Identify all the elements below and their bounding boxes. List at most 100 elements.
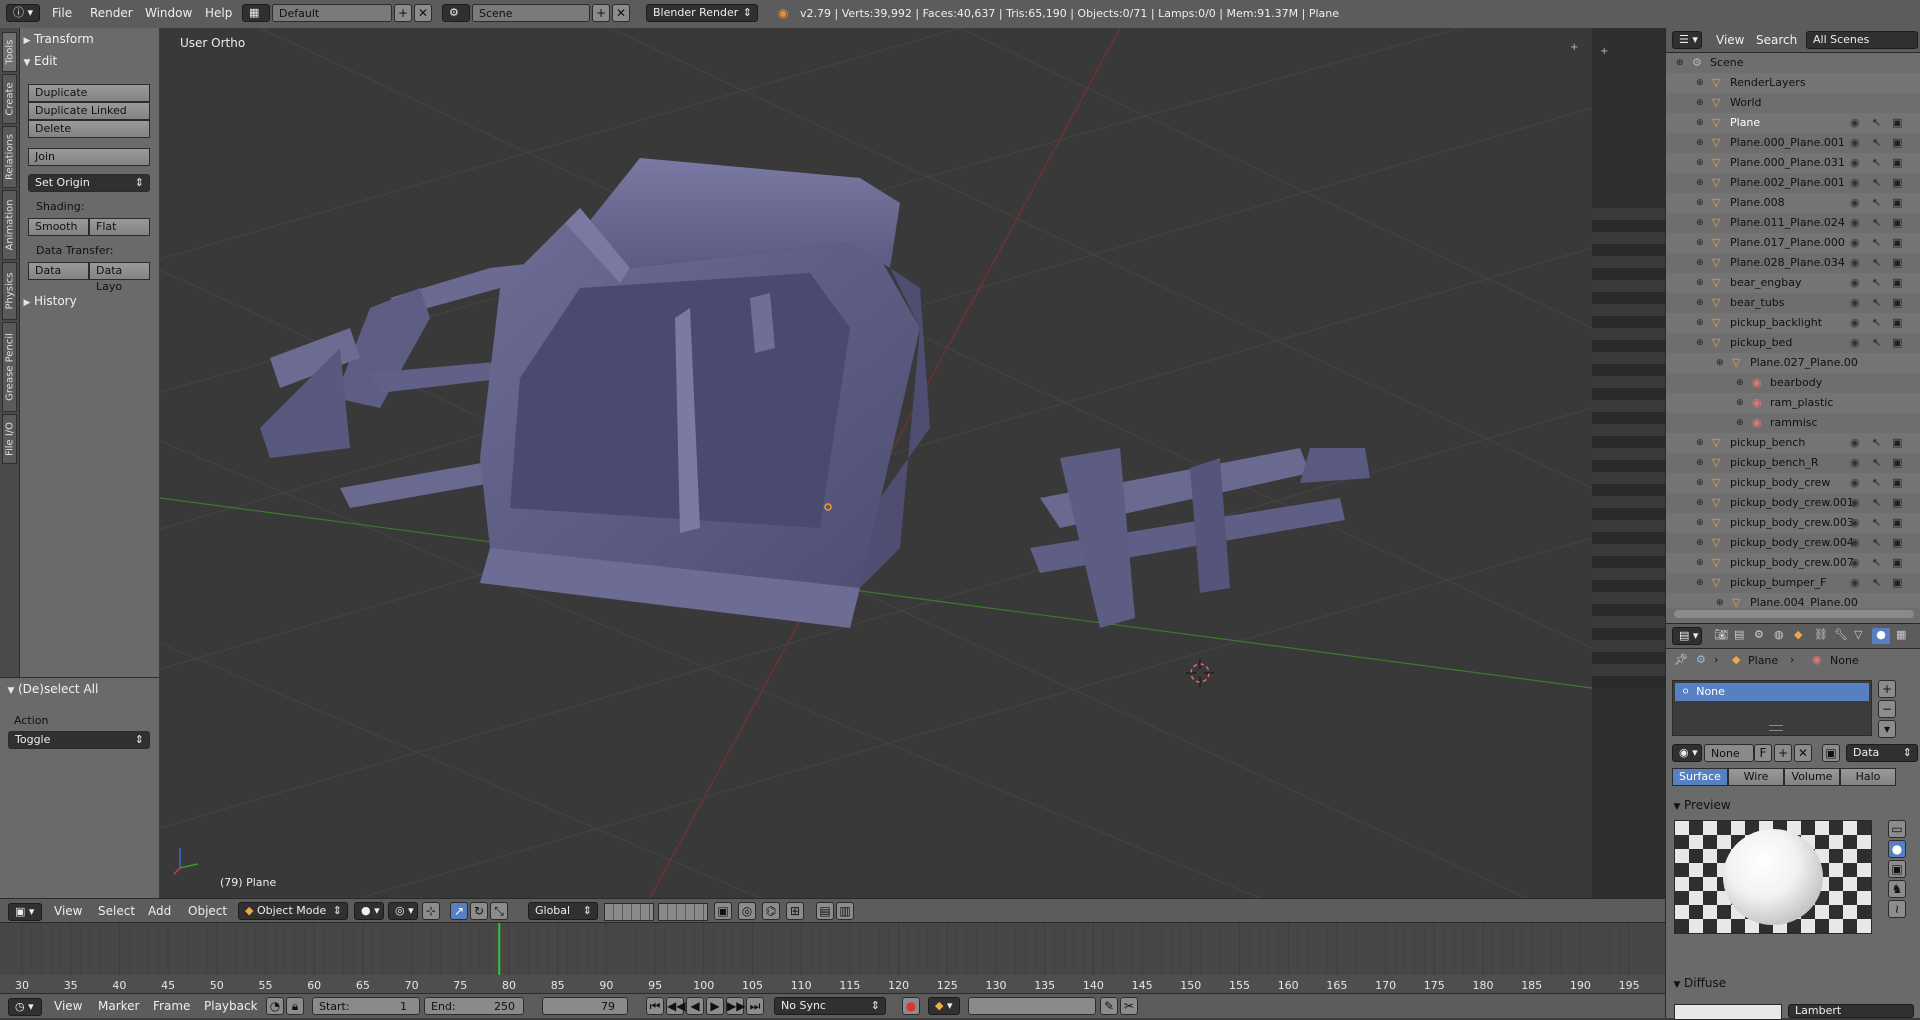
outliner-item-label[interactable]: Scene — [1710, 53, 1744, 73]
render-tab-icon[interactable]: 📷︎ — [1714, 628, 1728, 641]
preview-flat-icon[interactable]: ▭ — [1888, 820, 1906, 838]
proportional-edit-icon[interactable]: ◎ — [738, 902, 756, 920]
scene-icon[interactable]: ⚙ — [442, 4, 470, 22]
tab-surface[interactable]: Surface — [1672, 768, 1728, 786]
selectable-arrow-icon[interactable]: ↖ — [1872, 493, 1881, 513]
manipulator-toggle-icon[interactable]: ⊹ — [422, 902, 440, 920]
expand-toggle-icon[interactable]: ⊕ — [1736, 393, 1744, 413]
unlink-material-button[interactable]: ✕ — [1794, 744, 1812, 762]
selectable-arrow-icon[interactable]: ↖ — [1872, 313, 1881, 333]
data-layout-button[interactable]: Data Layo — [89, 262, 150, 293]
action-dropdown[interactable]: Toggle ⇕ — [8, 731, 150, 749]
preview-cube-icon[interactable]: ▣ — [1888, 860, 1906, 878]
panel-edit-header[interactable]: ▼ Edit — [20, 50, 159, 72]
render-camera-icon[interactable]: ▣ — [1892, 493, 1902, 513]
outliner[interactable]: ☰ ▾ View Search All Scenes ⊕ ⚙ Scene ⊕ ▽ Rend… — [1665, 28, 1920, 623]
screen-layout-field[interactable]: Default — [272, 4, 392, 22]
panel-transform-header[interactable]: ▶ Transform — [20, 28, 159, 50]
render-camera-icon[interactable]: ▣ — [1892, 213, 1902, 233]
expand-toggle-icon[interactable]: ⊕ — [1736, 413, 1744, 433]
outliner-item-label[interactable]: pickup_body_crew.004 — [1730, 533, 1854, 553]
set-origin-dropdown[interactable]: Set Origin ⇕ — [28, 174, 150, 192]
render-camera-icon[interactable]: ▣ — [1892, 113, 1902, 133]
expand-toggle-icon[interactable]: ⊕ — [1696, 573, 1704, 593]
menu-view[interactable]: View — [54, 904, 82, 918]
duplicate-button[interactable]: Duplicate — [28, 84, 150, 102]
delete-keyframe-icon[interactable]: ✂ — [1120, 997, 1138, 1015]
menu-marker[interactable]: Marker — [98, 999, 139, 1013]
opengl-render-icon[interactable]: ▤ — [816, 902, 834, 920]
visibility-eye-icon[interactable]: ◉ — [1850, 113, 1860, 133]
editor-type-outliner-button[interactable]: ☰ ▾ — [1672, 31, 1702, 49]
selectable-arrow-icon[interactable]: ↖ — [1872, 473, 1881, 493]
expand-toggle-icon[interactable]: ⊕ — [1696, 213, 1704, 233]
expand-toggle-icon[interactable]: ⊕ — [1696, 93, 1704, 113]
outliner-item-label[interactable]: bear_tubs — [1730, 293, 1785, 313]
selectable-arrow-icon[interactable]: ↖ — [1872, 113, 1881, 133]
outliner-item-label[interactable]: Plane.011_Plane.024 — [1730, 213, 1845, 233]
timeline[interactable]: 30 35 40 45 50 55 60 65 70 75 80 85 90 95 100 105 110 115… — [0, 922, 1665, 994]
tab-file-io[interactable]: File I/O — [2, 414, 17, 464]
shade-flat-button[interactable]: Flat — [89, 218, 150, 236]
expand-toggle-icon[interactable]: ⊕ — [1696, 533, 1704, 553]
add-layout-button[interactable]: + — [394, 4, 412, 22]
remove-slot-button[interactable]: − — [1878, 700, 1896, 718]
outliner-row[interactable]: ⊕ ▽ Plane.027_Plane.00 — [1666, 353, 1920, 373]
join-button[interactable]: Join — [28, 148, 150, 166]
deselect-all-header[interactable]: ▼ (De)select All — [4, 678, 143, 700]
outliner-item-label[interactable]: pickup_backlight — [1730, 313, 1822, 333]
outliner-row[interactable]: ⊕ ▽ bear_tubs ◉ ↖ ▣ — [1666, 293, 1920, 313]
tab-create[interactable]: Create — [2, 74, 17, 124]
browse-material-button[interactable]: ◉ ▾ — [1672, 744, 1702, 762]
outliner-item-label[interactable]: Plane — [1730, 113, 1760, 133]
render-camera-icon[interactable]: ▣ — [1892, 133, 1902, 153]
visibility-eye-icon[interactable]: ◉ — [1850, 213, 1860, 233]
render-camera-icon[interactable]: ▣ — [1892, 553, 1902, 573]
layer-buttons-1[interactable] — [604, 903, 654, 921]
outliner-row[interactable]: ⊕ ▽ pickup_bed ◉ ↖ ▣ — [1666, 333, 1920, 353]
object-mode-dropdown[interactable]: ◆ Object Mode ⇕ — [238, 902, 348, 920]
selectable-arrow-icon[interactable]: ↖ — [1872, 133, 1881, 153]
outliner-row[interactable]: ⊕ ▽ Plane.011_Plane.024 ◉ ↖ ▣ — [1666, 213, 1920, 233]
editor-type-timeline-button[interactable]: ◷ ▾ — [8, 998, 42, 1016]
properties-editor[interactable]: ▤ ▾ 📷︎ ▤ ⚙ ◍ ◆ ⛓ 🔧︎ ▽ ● ▦ 📌︎ ⚙ › ◆ Plane… — [1665, 623, 1920, 1020]
outliner-row[interactable]: ⊕ ▽ RenderLayers — [1666, 73, 1920, 93]
expand-toggle-icon[interactable]: ⊕ — [1696, 233, 1704, 253]
tab-relations[interactable]: Relations — [2, 126, 17, 188]
outliner-item-label[interactable]: pickup_bed — [1730, 333, 1792, 353]
expand-toggle-icon[interactable]: ⊕ — [1696, 453, 1704, 473]
visibility-eye-icon[interactable]: ◉ — [1850, 513, 1860, 533]
tab-volume[interactable]: Volume — [1784, 768, 1840, 786]
render-camera-icon[interactable]: ▣ — [1892, 513, 1902, 533]
menu-select[interactable]: Select — [98, 904, 135, 918]
outliner-item-label[interactable]: bear_engbay — [1730, 273, 1801, 293]
outliner-row[interactable]: ⊕ ▽ Plane.000_Plane.031 ◉ ↖ ▣ — [1666, 153, 1920, 173]
transform-orientation-dropdown[interactable]: Global ⇕ — [528, 902, 598, 920]
render-engine-dropdown[interactable]: Blender Render ⇕ — [646, 4, 758, 22]
render-camera-icon[interactable]: ▣ — [1892, 573, 1902, 593]
outliner-row[interactable]: ⊕ ▽ pickup_body_crew.003 ◉ ↖ ▣ — [1666, 513, 1920, 533]
scene-field[interactable]: Scene — [472, 4, 590, 22]
outliner-row[interactable]: ⊕ ▽ Plane.000_Plane.001 ◉ ↖ ▣ — [1666, 133, 1920, 153]
selectable-arrow-icon[interactable]: ↖ — [1872, 173, 1881, 193]
modifiers-tab-icon[interactable]: 🔧︎ — [1834, 628, 1848, 641]
render-camera-icon[interactable]: ▣ — [1892, 453, 1902, 473]
outliner-item-label[interactable]: Plane.008 — [1730, 193, 1785, 213]
outliner-item-label[interactable]: bearbody — [1770, 373, 1822, 393]
visibility-eye-icon[interactable]: ◉ — [1850, 333, 1860, 353]
outliner-row[interactable]: ⊕ ◉ ram_plastic — [1666, 393, 1920, 413]
play-reverse-icon[interactable]: ◀ — [686, 997, 704, 1015]
outliner-item-label[interactable]: Plane.000_Plane.031 — [1730, 153, 1845, 173]
outliner-row[interactable]: ⊕ ▽ pickup_body_crew.001 ◉ ↖ ▣ — [1666, 493, 1920, 513]
jump-end-icon[interactable]: ⏭ — [746, 997, 764, 1015]
outliner-item-label[interactable]: Plane.028_Plane.034 — [1730, 253, 1845, 273]
render-camera-icon[interactable]: ▣ — [1892, 433, 1902, 453]
layout-icon[interactable]: ▦ — [242, 4, 270, 22]
render-camera-icon[interactable]: ▣ — [1892, 193, 1902, 213]
expand-toggle-icon[interactable]: ⊕ — [1696, 153, 1704, 173]
expand-toggle-icon[interactable]: ⊕ — [1696, 513, 1704, 533]
outliner-item-label[interactable]: RenderLayers — [1730, 73, 1806, 93]
outliner-item-label[interactable]: ram_plastic — [1770, 393, 1833, 413]
data-transfer-button[interactable]: Data — [28, 262, 89, 280]
selectable-arrow-icon[interactable]: ↖ — [1872, 333, 1881, 353]
